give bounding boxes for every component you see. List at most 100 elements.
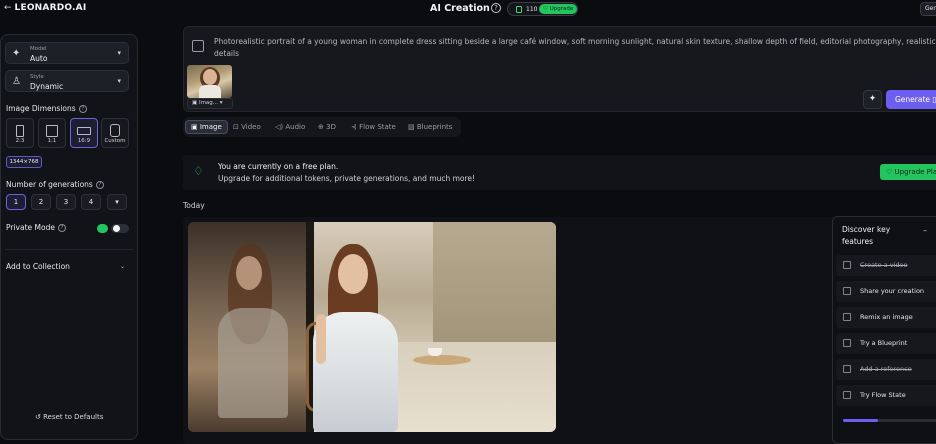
dimension-label: 2:3: [15, 138, 25, 144]
dimension-custom[interactable]: Custom: [101, 118, 129, 148]
landscape-ratio-icon: [77, 127, 91, 135]
reset-label: Reset to Defaults: [43, 413, 104, 421]
tab-3d[interactable]: ⊕ 3D: [318, 120, 336, 134]
tab-label: Audio: [285, 123, 306, 131]
upgrade-plan-button[interactable]: ♡ Upgrade Plan: [880, 164, 936, 180]
custom-ratio-icon: [110, 124, 120, 137]
tab-flow-state[interactable]: ⊰ Flow State: [351, 120, 396, 134]
image-icon: ▣: [192, 100, 198, 106]
image-prompt-icon[interactable]: [192, 40, 204, 52]
model-label: Model: [30, 46, 47, 52]
reset-to-defaults-button[interactable]: ↺ Reset to Defaults: [35, 413, 103, 421]
help-icon[interactable]: ?: [78, 105, 87, 113]
page-title: AI Creation: [430, 3, 490, 14]
reference-image-thumbnail[interactable]: [187, 65, 232, 98]
portrait-ratio-icon: [16, 125, 24, 137]
style-label: Style: [30, 74, 44, 80]
add-to-collection-label: Add to Collection: [6, 262, 70, 271]
feature-add-reference[interactable]: Add a reference: [836, 359, 936, 380]
token-icon: [516, 6, 522, 13]
token-balance[interactable]: 110 ♡ Upgrade: [507, 2, 578, 16]
flow-icon: [843, 391, 851, 399]
prompt-input[interactable]: Photorealistic portrait of a young woman…: [214, 36, 936, 60]
generation-card: [183, 217, 936, 444]
free-plan-banner: ♢ You are currently on a free plan. Upgr…: [183, 155, 936, 190]
upgrade-label: Upgrade: [549, 6, 574, 12]
blueprint-icon: [843, 339, 851, 347]
coffee-cup: [428, 348, 442, 356]
private-mode-toggle[interactable]: [111, 224, 129, 233]
private-mode-heading: Private Mode?: [6, 223, 66, 232]
reflection-face: [236, 256, 262, 290]
model-select[interactable]: ✦ Model Auto ▾: [5, 42, 129, 64]
size-chip[interactable]: 1344×768: [6, 156, 42, 168]
generation-option-1[interactable]: 1: [6, 194, 26, 210]
logo[interactable]: ← LEONARDO.AI: [4, 3, 86, 13]
toggle-knob: [113, 225, 120, 232]
chevron-down-icon: ▾: [117, 49, 121, 57]
generation-option-4[interactable]: 4: [81, 194, 101, 210]
reset-icon: ↺: [35, 413, 41, 421]
style-value: Dynamic: [30, 82, 64, 91]
feature-try-blueprint[interactable]: Try a Blueprint: [836, 333, 936, 354]
style-select[interactable]: ♙ Style Dynamic ▾: [5, 70, 129, 92]
dimension-1-1[interactable]: 1:1: [38, 118, 66, 148]
prompt-enhance-button[interactable]: ✦: [863, 90, 882, 109]
generation-option-3[interactable]: 3: [56, 194, 76, 210]
settings-sidebar: ✦ Model Auto ▾ ♙ Style Dynamic ▾ Image D…: [0, 34, 138, 440]
magic-wand-icon: ✦: [868, 94, 877, 104]
minimize-icon[interactable]: –: [923, 226, 927, 235]
tab-blueprints[interactable]: ▨ Blueprints: [408, 120, 452, 134]
upgrade-button[interactable]: ♡ Upgrade: [539, 4, 577, 14]
back-arrow-icon[interactable]: ←: [4, 3, 12, 13]
generate-button[interactable]: Generate ▯: [886, 90, 936, 109]
discover-title: Discover key features: [842, 225, 891, 246]
chevron-down-icon: ▾: [115, 198, 119, 206]
tab-label: 3D: [326, 123, 336, 131]
prompt-box[interactable]: Photorealistic portrait of a young woman…: [183, 26, 936, 112]
progress-fill: [843, 419, 878, 422]
reflection-body: [218, 308, 288, 418]
help-icon[interactable]: ?: [491, 3, 501, 13]
feature-label: Remix an image: [860, 313, 913, 321]
feature-try-flow-state[interactable]: Try Flow State: [836, 385, 936, 406]
cafe-table: [413, 355, 471, 365]
image-dimensions-label: Image Dimensions: [6, 104, 76, 113]
generate-label: Generate: [895, 95, 931, 104]
creation-type-tabs: ▣ Image ⊡ Video ◁) Audio ⊕ 3D ⊰ Flow Sta…: [183, 117, 461, 137]
model-value: Auto: [30, 54, 48, 63]
feature-create-video[interactable]: Create a video: [836, 255, 936, 276]
image-icon: ▣: [191, 123, 198, 131]
tab-label: Image: [199, 123, 222, 131]
banner-line-2: Upgrade for additional tokens, private g…: [218, 174, 476, 183]
dimension-16-9[interactable]: 16:9: [70, 118, 98, 148]
feature-label: Try a Blueprint: [860, 339, 908, 347]
chevron-down-icon: ▾: [117, 77, 121, 85]
feature-remix-image[interactable]: Remix an image: [836, 307, 936, 328]
generation-option-2[interactable]: 2: [31, 194, 51, 210]
tab-audio[interactable]: ◁) Audio: [275, 120, 305, 134]
generations-label: Number of generations: [6, 180, 93, 189]
chevron-down-icon[interactable]: ⌄: [120, 263, 125, 270]
sparkle-icon: ✦: [12, 48, 21, 59]
tab-video[interactable]: ⊡ Video: [233, 120, 261, 134]
add-to-collection[interactable]: Add to Collection: [6, 262, 70, 271]
generation-more-dropdown[interactable]: ▾: [107, 194, 127, 210]
square-ratio-icon: [46, 125, 58, 137]
feature-share-creation[interactable]: Share your creation: [836, 281, 936, 302]
help-icon[interactable]: ?: [95, 181, 104, 189]
dimension-label: 16:9: [77, 138, 91, 144]
thumbnail-dress: [199, 85, 221, 98]
dimension-2-3[interactable]: 2:3: [6, 118, 34, 148]
generate-top-button[interactable]: Gene: [920, 2, 936, 16]
building: [433, 222, 556, 342]
help-icon[interactable]: ?: [57, 224, 66, 232]
style-icon: ♙: [12, 76, 21, 87]
woman-arm: [316, 314, 326, 364]
share-icon: [843, 287, 851, 295]
top-bar: ← LEONARDO.AI AI Creation ? 110 ♡ Upgrad…: [0, 0, 936, 20]
image-guidance-dropdown[interactable]: ▣ Imag... ▾: [187, 98, 233, 109]
diamond-icon: ♢: [193, 164, 204, 178]
tab-image[interactable]: ▣ Image: [185, 120, 228, 134]
generated-image[interactable]: [188, 222, 556, 432]
